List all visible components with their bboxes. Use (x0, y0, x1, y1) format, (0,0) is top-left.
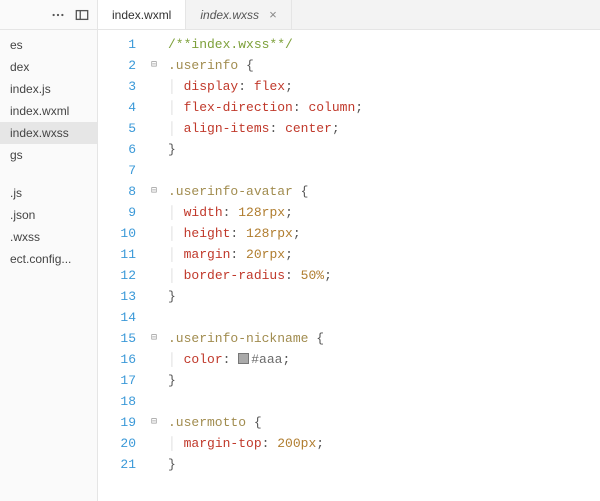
code-line[interactable]: .userinfo-nickname { (168, 328, 600, 349)
code-line[interactable] (168, 307, 600, 328)
code-line[interactable]: │ margin-top: 200px; (168, 433, 600, 454)
code-line[interactable]: .userinfo { (168, 55, 600, 76)
line-number: 11 (98, 244, 136, 265)
line-number: 19 (98, 412, 136, 433)
sidebar-toolbar (0, 0, 97, 30)
line-number: 18 (98, 391, 136, 412)
fold-toggle (146, 286, 162, 307)
sidebar: esdexindex.jsindex.wxmlindex.wxssgs .js.j… (0, 0, 98, 501)
code-line[interactable]: .usermotto { (168, 412, 600, 433)
tab-bar: index.wxml index.wxss × (98, 0, 600, 30)
code-line[interactable]: │ flex-direction: column; (168, 97, 600, 118)
fold-toggle[interactable]: ⊟ (146, 412, 162, 433)
code-line[interactable]: │ border-radius: 50%; (168, 265, 600, 286)
code-line[interactable]: } (168, 139, 600, 160)
editor-tab[interactable]: index.wxml (98, 0, 186, 29)
file-tree-item[interactable]: index.wxss (0, 122, 97, 144)
line-number: 15 (98, 328, 136, 349)
fold-toggle[interactable]: ⊟ (146, 55, 162, 76)
file-tree-item[interactable]: ect.config... (0, 248, 97, 270)
fold-toggle (146, 160, 162, 181)
fold-toggle (146, 139, 162, 160)
fold-toggle (146, 97, 162, 118)
fold-toggle[interactable]: ⊟ (146, 328, 162, 349)
line-number: 3 (98, 76, 136, 97)
code-line[interactable] (168, 391, 600, 412)
line-number: 17 (98, 370, 136, 391)
fold-toggle (146, 370, 162, 391)
tab-label: index.wxml (112, 8, 171, 22)
code-line[interactable]: │ display: flex; (168, 76, 600, 97)
line-number: 21 (98, 454, 136, 475)
file-tree-item[interactable]: index.wxml (0, 100, 97, 122)
fold-toggle (146, 223, 162, 244)
line-number: 4 (98, 97, 136, 118)
code-line[interactable]: } (168, 454, 600, 475)
line-number: 20 (98, 433, 136, 454)
app-root: esdexindex.jsindex.wxmlindex.wxssgs.js.j… (0, 0, 600, 501)
line-number: 16 (98, 349, 136, 370)
fold-toggle (146, 34, 162, 55)
code-line[interactable] (168, 160, 600, 181)
fold-toggle (146, 265, 162, 286)
line-number: 5 (98, 118, 136, 139)
line-number-gutter: 123456789101112131415161718192021 (98, 30, 146, 501)
editor[interactable]: 123456789101112131415161718192021 ⊟⊟⊟⊟ /… (98, 30, 600, 501)
fold-gutter[interactable]: ⊟ ⊟ ⊟ ⊟ (146, 30, 162, 501)
file-tree-item[interactable]: .wxss (0, 226, 97, 248)
file-tree-item[interactable]: gs (0, 144, 97, 166)
code-line[interactable]: │ align-items: center; (168, 118, 600, 139)
line-number: 12 (98, 265, 136, 286)
fold-toggle[interactable]: ⊟ (146, 181, 162, 202)
file-tree-item[interactable]: es (0, 34, 97, 56)
fold-toggle (146, 76, 162, 97)
fold-toggle (146, 433, 162, 454)
line-number: 2 (98, 55, 136, 76)
fold-toggle (146, 244, 162, 265)
code-line[interactable]: │ color: #aaa; (168, 349, 600, 370)
file-tree-item[interactable]: dex (0, 56, 97, 78)
line-number: 6 (98, 139, 136, 160)
fold-toggle (146, 307, 162, 328)
fold-toggle (146, 391, 162, 412)
collapse-panel-icon[interactable] (75, 8, 89, 22)
code-area[interactable]: /**index.wxss**/.userinfo {│ display: fl… (162, 30, 600, 501)
editor-tab[interactable]: index.wxss × (186, 0, 291, 29)
line-number: 9 (98, 202, 136, 223)
line-number: 7 (98, 160, 136, 181)
code-line[interactable]: /**index.wxss**/ (168, 34, 600, 55)
code-line[interactable]: } (168, 370, 600, 391)
file-tree[interactable]: esdexindex.jsindex.wxmlindex.wxssgs .js.j… (0, 30, 97, 501)
file-tree-item[interactable]: .js (0, 182, 97, 204)
line-number: 13 (98, 286, 136, 307)
fold-toggle (146, 118, 162, 139)
line-number: 14 (98, 307, 136, 328)
fold-toggle (146, 454, 162, 475)
tab-label: index.wxss (200, 8, 259, 22)
file-tree-item[interactable]: index.js (0, 78, 97, 100)
fold-toggle (146, 349, 162, 370)
close-icon[interactable]: × (269, 8, 277, 21)
line-number: 10 (98, 223, 136, 244)
code-line[interactable]: │ width: 128rpx; (168, 202, 600, 223)
line-number: 1 (98, 34, 136, 55)
code-line[interactable]: │ height: 128rpx; (168, 223, 600, 244)
main-area: index.wxmlindex.wxss× 123456789101112131… (98, 0, 600, 501)
code-line[interactable]: │ margin: 20rpx; (168, 244, 600, 265)
code-line[interactable]: .userinfo-avatar { (168, 181, 600, 202)
file-tree-item[interactable]: .json (0, 204, 97, 226)
code-line[interactable]: } (168, 286, 600, 307)
fold-toggle (146, 202, 162, 223)
more-icon[interactable] (51, 8, 65, 22)
line-number: 8 (98, 181, 136, 202)
